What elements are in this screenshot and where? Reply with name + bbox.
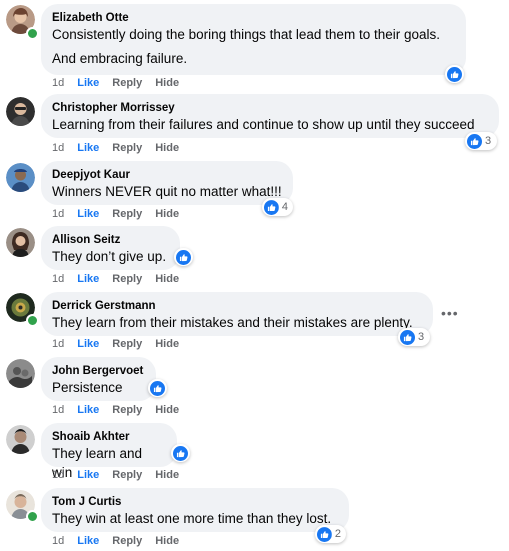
like-button[interactable]: Like [77,142,99,154]
like-reaction-icon [447,67,462,82]
hide-button[interactable]: Hide [155,273,179,285]
like-button[interactable]: Like [77,77,99,89]
reaction-summary[interactable]: 3 [398,328,430,346]
reply-button[interactable]: Reply [112,338,142,350]
comment-timestamp[interactable]: 1d [52,404,64,416]
like-reaction-icon [467,134,482,149]
reply-button[interactable]: Reply [112,273,142,285]
like-reaction-icon [176,250,191,265]
like-reaction-icon [400,330,415,345]
reaction-summary[interactable] [148,379,167,397]
reply-button[interactable]: Reply [112,208,142,220]
comment-timestamp[interactable]: 1d [52,273,64,285]
comment-bubble: Derrick Gerstmann They learn from their … [41,292,433,336]
like-reaction-icon [173,446,188,461]
comment-author[interactable]: Allison Seitz [52,233,169,247]
avatar[interactable] [6,359,35,388]
like-reaction-icon [317,527,332,542]
avatar[interactable] [6,228,35,257]
like-reaction-icon [150,381,165,396]
reaction-summary[interactable] [445,65,464,83]
reaction-summary[interactable]: 3 [465,132,497,150]
hide-button[interactable]: Hide [155,142,179,154]
comment-text: They don’t give up. [52,249,167,264]
hide-button[interactable]: Hide [155,338,179,350]
comment-bubble: Allison Seitz They don’t give up. [41,226,180,270]
comment-actions: 1d Like Reply Hide [52,273,179,286]
online-status-dot [26,510,39,523]
reaction-count: 2 [334,528,341,540]
comment-text: Persistence [52,380,123,395]
reaction-summary[interactable] [174,248,193,266]
comment-bubble: Shoaib Akhter They learn and win [41,423,177,480]
reaction-summary[interactable]: 2 [315,525,346,543]
comment-text: They learn from their mistakes and their… [52,315,413,330]
like-button[interactable]: Like [77,273,99,285]
comment-text-continued: And embracing failure. [52,51,188,66]
reaction-count: 3 [485,135,492,147]
reaction-summary[interactable] [171,444,190,462]
comment-timestamp[interactable]: 1d [52,535,64,547]
comment-actions: 1d Like Reply Hide [52,338,179,351]
comment-timestamp[interactable]: 1d [52,142,64,154]
like-button[interactable]: Like [77,535,99,547]
reaction-count: 3 [418,331,425,343]
comment-author[interactable]: Christopher Morrissey [52,101,488,115]
comment-author[interactable]: Derrick Gerstmann [52,299,422,313]
comment-timestamp[interactable]: 1d [52,77,64,89]
reply-button[interactable]: Reply [112,469,142,481]
comment-text: Learning from their failures and continu… [52,117,475,132]
like-button[interactable]: Like [77,208,99,220]
avatar[interactable] [6,97,35,126]
comment-actions: 1d Like Reply Hide [52,404,179,417]
comment-author[interactable]: Shoaib Akhter [52,430,166,444]
comment-actions: 1d Like Reply Hide [52,142,179,155]
comment-author[interactable]: Deepjyot Kaur [52,168,282,182]
reply-button[interactable]: Reply [112,142,142,154]
comment-bubble: Tom J Curtis They win at least one more … [41,488,349,532]
like-button[interactable]: Like [77,338,99,350]
like-button[interactable]: Like [77,404,99,416]
reaction-summary[interactable]: 4 [262,198,293,216]
comment-timestamp[interactable]: 1d [52,469,64,481]
comment-bubble: Deepjyot Kaur Winners NEVER quit no matt… [41,161,293,205]
comment-text: They win at least one more time than the… [52,511,332,526]
comment-author[interactable]: John Bergervoet [52,364,145,378]
comment-bubble: Christopher Morrissey Learning from thei… [41,94,499,138]
reaction-count: 4 [281,201,288,213]
online-status-dot [26,27,39,40]
reply-button[interactable]: Reply [112,77,142,89]
comment-bubble: John Bergervoet Persistence [41,357,156,401]
reply-button[interactable]: Reply [112,535,142,547]
comment-timestamp[interactable]: 1d [52,208,64,220]
like-reaction-icon [264,200,279,215]
hide-button[interactable]: Hide [155,535,179,547]
hide-button[interactable]: Hide [155,469,179,481]
comment-text: Consistently doing the boring things tha… [52,27,440,42]
like-button[interactable]: Like [77,469,99,481]
avatar[interactable] [6,163,35,192]
hide-button[interactable]: Hide [155,208,179,220]
comment-author[interactable]: Tom J Curtis [52,495,338,509]
comment-author[interactable]: Elizabeth Otte [52,11,455,25]
comment-actions: 1d Like Reply Hide [52,535,179,548]
comment-timestamp[interactable]: 1d [52,338,64,350]
hide-button[interactable]: Hide [155,77,179,89]
comment-text: Winners NEVER quit no matter what!!! [52,184,282,199]
online-status-dot [26,314,39,327]
avatar[interactable] [6,425,35,454]
comment-actions: 1d Like Reply Hide [52,208,179,221]
comment-actions: 1d Like Reply Hide [52,469,179,482]
comment-actions: 1d Like Reply Hide [52,77,179,90]
hide-button[interactable]: Hide [155,404,179,416]
reply-button[interactable]: Reply [112,404,142,416]
more-options-icon[interactable]: ••• [441,306,459,320]
comment-bubble: Elizabeth Otte Consistently doing the bo… [41,4,466,75]
